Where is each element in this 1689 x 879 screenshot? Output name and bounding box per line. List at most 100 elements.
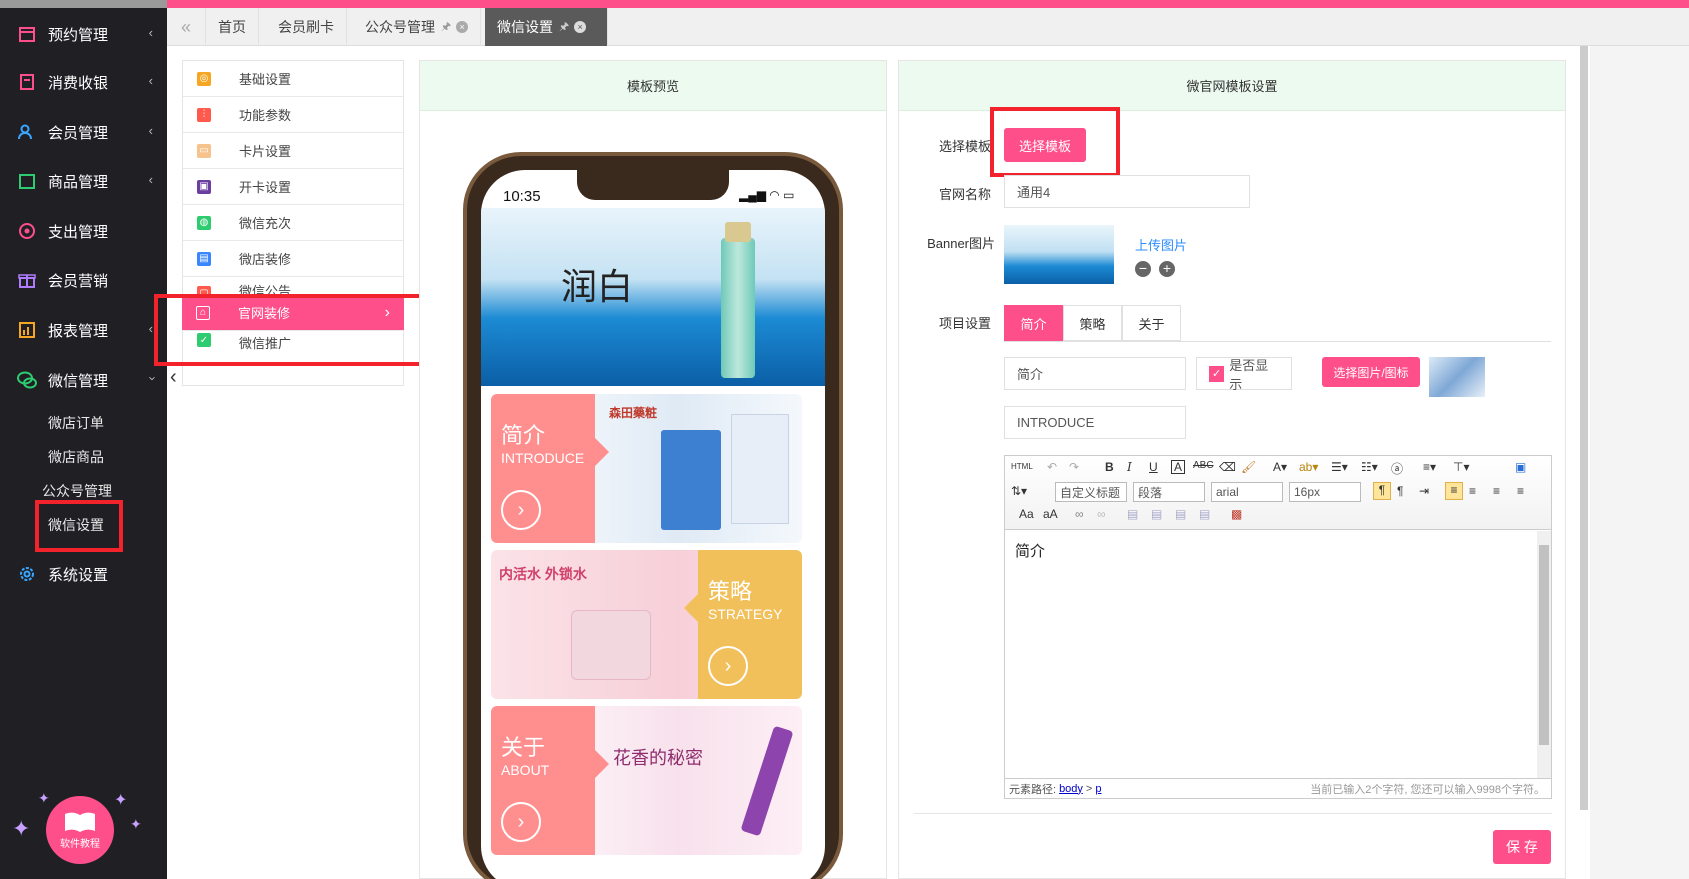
menu-item-card[interactable]: ▭ 卡片设置	[183, 133, 403, 169]
upload-image-link[interactable]: 上传图片	[1135, 235, 1187, 254]
align-center-icon[interactable]: ≡	[1469, 484, 1476, 498]
item-name-input[interactable]: 简介	[1004, 357, 1186, 390]
plus-icon[interactable]: +	[1159, 261, 1175, 277]
minus-icon[interactable]: −	[1135, 261, 1151, 277]
tutorial-label: 软件教程	[60, 838, 100, 850]
card-strategy[interactable]: 内活水 外锁水 策略 STRATEGY ›	[491, 550, 802, 699]
insert-image-icon[interactable]: ▩	[1231, 507, 1242, 521]
sidebar-item-booking[interactable]: 预约管理 ‹	[0, 16, 167, 52]
card-subtitle: INTRODUCE	[501, 450, 585, 466]
menu-item-promotion[interactable]: ✓ 微信推广	[183, 333, 403, 357]
menu-item-open-card[interactable]: ▣ 开卡设置	[183, 169, 403, 205]
site-name-input[interactable]: 通用4	[1004, 175, 1250, 208]
pick-image-button[interactable]: 选择图片/图标	[1322, 357, 1420, 387]
path-body-link[interactable]: body	[1059, 783, 1083, 795]
strikethrough-icon[interactable]: ABC	[1193, 460, 1214, 471]
heading-select[interactable]: 自定义标题	[1055, 482, 1127, 502]
align-right-icon[interactable]: ≡	[1493, 484, 1500, 498]
tab-home[interactable]: 首页	[206, 8, 259, 46]
menu-item-params[interactable]: ⫶ 功能参数	[183, 97, 403, 133]
pin-icon[interactable]: 🖈	[441, 18, 451, 37]
sidebar-item-label: 支出管理	[48, 223, 109, 241]
eraser-icon[interactable]: ⌫	[1219, 460, 1236, 474]
rtl-icon[interactable]: ¶	[1397, 484, 1403, 498]
unordered-list-icon[interactable]: ☷▾	[1361, 460, 1378, 474]
font-color-icon[interactable]: A▾	[1273, 460, 1287, 474]
sidebar: 预约管理 ‹ 消费收银 ‹ 会员管理 ‹ 商品管理 ‹ 支出管理 会员营销 报表…	[0, 0, 167, 879]
image-none-icon[interactable]: ▤	[1175, 507, 1186, 521]
sidebar-item-expense[interactable]: 支出管理	[0, 213, 167, 249]
sidebar-sub-official-account[interactable]: 公众号管理	[42, 481, 112, 501]
indent-icon[interactable]: ⇥	[1419, 484, 1429, 498]
editor-scrollbar[interactable]	[1537, 531, 1551, 778]
background-color-icon[interactable]: ab▾	[1299, 460, 1318, 474]
ordered-list-icon[interactable]: ☰▾	[1331, 460, 1348, 474]
pin-icon[interactable]: 🖈	[559, 18, 569, 37]
paragraph-select[interactable]: 段落	[1133, 482, 1205, 502]
project-tab-intro[interactable]: 简介	[1004, 305, 1063, 341]
collapse-menu-icon[interactable]: ‹	[170, 366, 177, 389]
sidebar-sub-wechat-goods[interactable]: 微店商品	[48, 447, 104, 467]
close-icon[interactable]: ×	[574, 21, 587, 33]
sidebar-item-goods[interactable]: 商品管理 ‹	[0, 163, 167, 199]
project-tab-about[interactable]: 关于	[1122, 305, 1181, 341]
menu-item-site-decor[interactable]: ⌂ 官网装修 ›	[182, 295, 404, 331]
menu-item-recharge[interactable]: ◍ 微信充次	[183, 205, 403, 241]
fullscreen-icon[interactable]: ▣	[1515, 460, 1526, 474]
tab-official-account[interactable]: 公众号管理 🖈 ×	[353, 8, 482, 46]
unlink-icon[interactable]: ∞	[1097, 507, 1106, 521]
english-name-input[interactable]: INTRODUCE	[1004, 406, 1186, 439]
sidebar-item-cashier[interactable]: 消费收银 ‹	[0, 64, 167, 100]
star-icon: ✦	[38, 790, 50, 806]
sidebar-item-marketing[interactable]: 会员营销	[0, 262, 167, 298]
paragraph-spacing-icon[interactable]: ⊤▾	[1453, 460, 1469, 474]
tab-wechat-settings[interactable]: 微信设置 🖈 ×	[485, 8, 608, 46]
sidebar-item-system[interactable]: 系统设置	[0, 556, 167, 592]
uppercase-icon[interactable]: Aa	[1019, 507, 1034, 521]
card-introduce[interactable]: 简介 INTRODUCE › 森田藥粧	[491, 394, 802, 543]
html-source-icon[interactable]: HTML	[1011, 462, 1033, 471]
page-scrollbar[interactable]	[1580, 46, 1588, 810]
italic-icon[interactable]: I	[1127, 460, 1132, 474]
tutorial-badge[interactable]: ✦ ✦ ✦ ✦ 软件教程	[8, 790, 148, 872]
sidebar-sub-wechat-settings[interactable]: 微信设置	[48, 515, 104, 535]
bold-icon[interactable]: B	[1105, 460, 1114, 474]
lowercase-icon[interactable]: aA	[1043, 507, 1058, 521]
project-tab-strategy[interactable]: 策略	[1063, 305, 1122, 341]
report-icon	[16, 319, 38, 341]
row-spacing-icon[interactable]: ⇅▾	[1011, 484, 1027, 498]
undo-icon[interactable]: ↶	[1047, 460, 1057, 474]
ltr-icon[interactable]: ¶	[1373, 482, 1391, 500]
align-justify-icon[interactable]: ≡	[1517, 484, 1524, 498]
align-left-icon[interactable]: ≡	[1445, 482, 1463, 500]
sidebar-sub-wechat-orders[interactable]: 微店订单	[48, 413, 104, 433]
sidebar-item-members[interactable]: 会员管理 ‹	[0, 114, 167, 150]
line-height-icon[interactable]: ≡▾	[1423, 460, 1436, 474]
underline-icon[interactable]: U	[1149, 460, 1158, 474]
redo-icon[interactable]: ↷	[1069, 460, 1079, 474]
sidebar-item-reports[interactable]: 报表管理 ‹	[0, 312, 167, 348]
close-icon[interactable]: ×	[456, 21, 469, 33]
select-template-button[interactable]: 选择模板	[1004, 128, 1086, 162]
save-button[interactable]: 保 存	[1493, 830, 1551, 864]
editor-content[interactable]: 简介	[1015, 540, 1045, 561]
tab-member-swipe[interactable]: 会员刷卡	[266, 8, 347, 46]
chevron-left-icon: ‹	[148, 123, 153, 138]
template-settings-panel: 微官网模板设置 选择模板 选择模板 官网名称 通用4 Banner图片 上传图片…	[898, 60, 1566, 879]
menu-item-shop-decor[interactable]: ▤ 微店装修	[183, 241, 403, 277]
image-center-icon[interactable]: ▤	[1199, 507, 1210, 521]
card-about[interactable]: 关于 ABOUT › 花香的秘密	[491, 706, 802, 855]
menu-item-basic[interactable]: ◎ 基础设置	[183, 61, 403, 97]
font-size-select[interactable]: 16px	[1289, 482, 1361, 502]
format-brush-icon[interactable]: 🖌	[1241, 460, 1256, 474]
tab-scroll-left-button[interactable]: «	[167, 8, 206, 46]
anchor-icon[interactable]: ⓐ	[1391, 460, 1403, 477]
image-right-icon[interactable]: ▤	[1151, 507, 1162, 521]
sidebar-item-wechat[interactable]: 微信管理 ‹	[0, 362, 167, 398]
show-checkbox[interactable]: ✓ 是否显示	[1196, 357, 1292, 392]
image-left-icon[interactable]: ▤	[1127, 507, 1138, 521]
font-family-select[interactable]: arial	[1211, 482, 1283, 502]
font-border-icon[interactable]: A	[1171, 460, 1185, 474]
path-p-link[interactable]: p	[1095, 783, 1101, 795]
link-icon[interactable]: ∞	[1075, 507, 1084, 521]
